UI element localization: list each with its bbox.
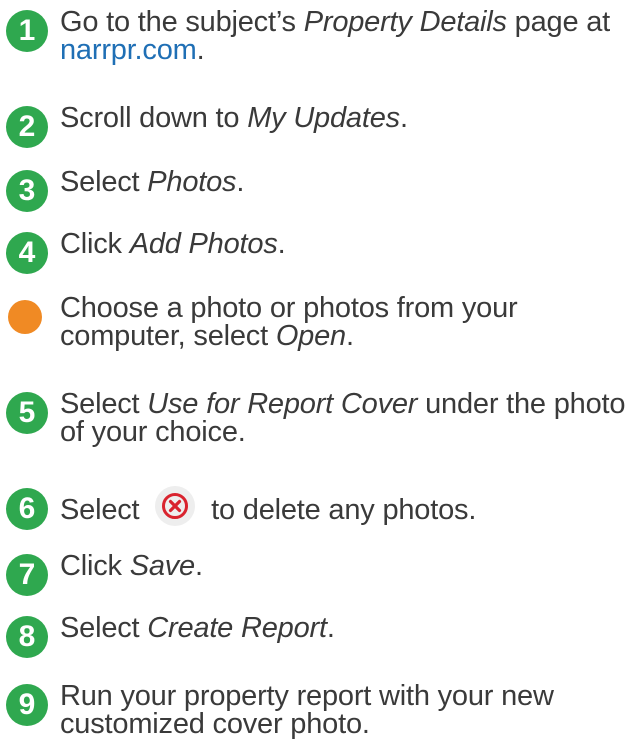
button-name: Open [275,320,346,352]
step-text-part: to delete any photos. [203,494,477,526]
page-name: Property Details [303,6,507,38]
button-name: Save [129,550,196,582]
step-text-part: Select [60,494,148,526]
step-text-part: . [326,612,335,644]
step-text-part: . [196,34,205,66]
step-text-part: Click [60,228,130,260]
step-text-part: Run your property report with your new c… [60,680,554,740]
button-name: Add Photos [129,228,278,260]
section-name: My Updates [247,102,400,134]
orange-bullet-dot [8,300,42,334]
step-text-part: Select [60,612,148,644]
step-text-part: . [195,550,203,582]
delete-x-circle-icon [155,486,196,526]
step-number-badge: 8 [6,616,48,658]
instruction-steps: 1 Go to the subject’s Property Details p… [0,0,636,749]
step-text: Click Add Photos. [60,228,636,260]
step-text-part: Scroll down to [60,102,248,134]
step-number-badge: 9 [6,684,48,726]
step-number-badge: 1 [6,10,48,52]
step-text: Click Save. [60,550,636,582]
step-text-part: . [345,320,354,352]
step-text-part: Click [60,550,130,582]
step-text-part: Select [60,166,148,198]
narrpr-link[interactable]: narrpr.com [60,34,197,66]
step-text-part: . [236,166,245,198]
step-text-part: . [399,102,408,134]
step-number-badge: 7 [6,554,48,596]
step-text: Select Create Report. [60,612,636,644]
step-text: Go to the subject’s Property Details pag… [60,6,636,66]
step-text: Select to delete any photos. [60,486,636,526]
step-number-badge: 3 [6,170,48,212]
step-number-badge: 4 [6,232,48,274]
step-text: Run your property report with your new c… [60,680,636,740]
step-text-part: . [277,228,286,260]
step-text-part: page at [506,6,611,38]
step-text: Select Use for Report Cover under the ph… [60,390,636,447]
step-text: Select Photos. [60,166,636,198]
step-text: Choose a photo or photos from your compu… [60,294,636,352]
step-text: Scroll down to My Updates. [60,102,636,134]
button-name: Create Report [147,612,327,644]
step-number-badge: 6 [6,488,48,530]
step-number-badge: 5 [6,392,48,434]
option-name: Photos [147,166,237,198]
step-number-badge: 2 [6,106,48,148]
